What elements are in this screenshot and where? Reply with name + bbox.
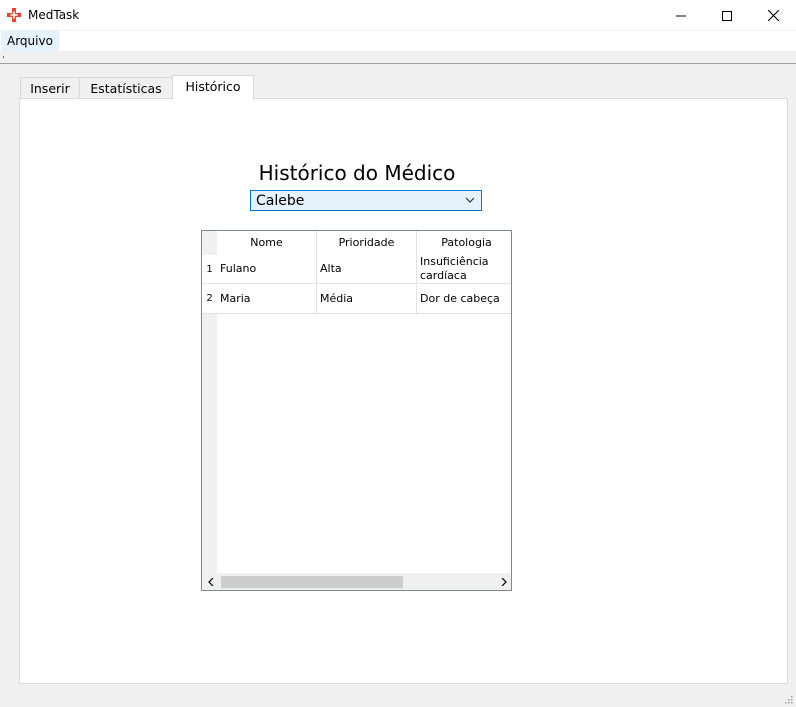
tab-estatisticas[interactable]: Estatísticas bbox=[79, 77, 173, 99]
row-number[interactable]: 1 bbox=[202, 255, 217, 284]
chevron-left-icon bbox=[207, 577, 213, 586]
table-cell[interactable]: Média bbox=[317, 284, 417, 314]
title-bar: MedTask bbox=[0, 0, 796, 31]
row-number[interactable]: 2 bbox=[202, 284, 217, 314]
table-cell[interactable]: Fulano bbox=[217, 255, 317, 284]
window-title: MedTask bbox=[28, 8, 80, 22]
history-table[interactable]: Nome Prioridade Patologia 1 Fulano Alta … bbox=[201, 230, 512, 591]
scroll-left-button[interactable] bbox=[203, 573, 218, 590]
menu-divider bbox=[0, 63, 796, 64]
red-cross-icon bbox=[7, 8, 21, 22]
close-icon bbox=[767, 10, 779, 21]
tab-inserir[interactable]: Inserir bbox=[20, 77, 80, 99]
doctor-select[interactable]: Calebe bbox=[250, 190, 482, 211]
column-header-patologia[interactable]: Patologia bbox=[417, 231, 511, 255]
table-cell[interactable]: Insuficiência cardíaca bbox=[417, 255, 511, 284]
column-header-nome[interactable]: Nome bbox=[217, 231, 317, 255]
close-window-button[interactable] bbox=[750, 0, 796, 31]
scroll-right-button[interactable] bbox=[496, 573, 511, 590]
page-title: Histórico do Médico bbox=[258, 161, 456, 185]
doctor-select-value: Calebe bbox=[256, 193, 305, 209]
horizontal-scrollbar[interactable] bbox=[207, 573, 511, 590]
table-cell[interactable]: Dor de cabeça bbox=[417, 284, 511, 314]
maximize-icon bbox=[722, 10, 732, 21]
menu-separator-grip bbox=[3, 56, 4, 58]
table-cell[interactable]: Maria bbox=[217, 284, 317, 314]
table-cell[interactable]: Alta bbox=[317, 255, 417, 284]
menu-arquivo[interactable]: Arquivo bbox=[1, 31, 59, 51]
minimize-icon bbox=[676, 15, 686, 16]
maximize-button[interactable] bbox=[704, 0, 750, 31]
chevron-down-icon bbox=[465, 197, 475, 203]
resize-grip-icon[interactable] bbox=[785, 696, 793, 704]
minimize-button[interactable] bbox=[658, 0, 704, 31]
menu-bar: Arquivo bbox=[0, 31, 796, 51]
chevron-right-icon bbox=[501, 577, 507, 586]
scrollbar-thumb[interactable] bbox=[221, 576, 403, 588]
tab-historico[interactable]: Histórico bbox=[172, 75, 254, 100]
column-header-prioridade[interactable]: Prioridade bbox=[317, 231, 417, 255]
